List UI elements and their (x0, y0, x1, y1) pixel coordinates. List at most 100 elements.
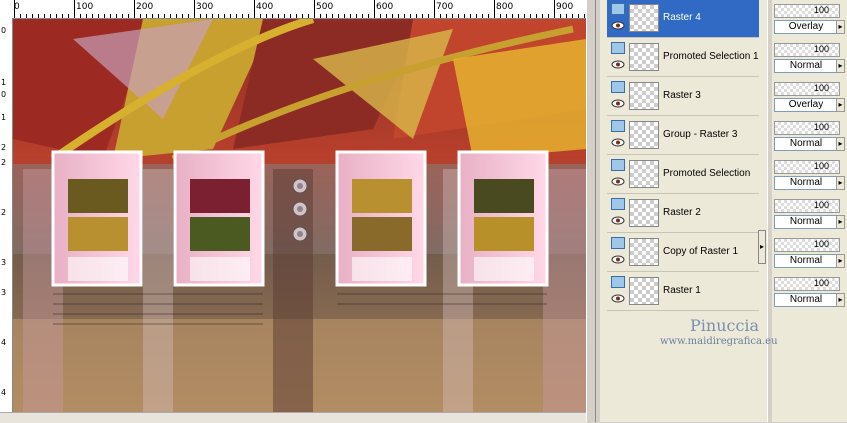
ruler-label: 600 (376, 2, 394, 12)
ruler-tick (86, 14, 87, 18)
watermark-name: Pinuccia (690, 316, 760, 335)
dropdown-arrow-icon[interactable]: ▸ (836, 98, 845, 112)
opacity-slider[interactable]: 100 (774, 4, 840, 18)
opacity-slider[interactable]: 100 (774, 160, 840, 174)
opacity-slider[interactable]: 100 (774, 121, 840, 135)
layer-row[interactable]: Raster 3 (607, 78, 759, 116)
layer-row[interactable]: Group - Raster 3 (607, 117, 759, 155)
layer-row[interactable]: Copy of Raster 1 (607, 234, 759, 272)
blend-mode-select[interactable]: Normal (774, 254, 838, 268)
dropdown-arrow-icon[interactable]: ▸ (836, 137, 845, 151)
opacity-value: 100 (813, 44, 829, 54)
eye-icon[interactable] (611, 177, 625, 186)
ruler-tick (410, 14, 411, 18)
ruler-tick (74, 0, 75, 18)
layer-row[interactable]: Raster 2 (607, 195, 759, 233)
ruler-tick (296, 14, 297, 18)
raster-layer-icon[interactable] (611, 159, 625, 171)
ruler-label: 400 (256, 2, 274, 12)
dropdown-arrow-icon[interactable]: ▸ (836, 293, 845, 307)
blend-controls: 100 Normal ▸ (772, 234, 845, 272)
horizontal-scrollbar[interactable] (0, 412, 586, 423)
ruler-tick (128, 14, 129, 18)
eye-icon[interactable] (611, 138, 625, 147)
blend-mode-select[interactable]: Overlay (774, 98, 838, 112)
ruler-tick (482, 14, 483, 18)
eye-icon[interactable] (611, 216, 625, 225)
opacity-slider[interactable]: 100 (774, 238, 840, 252)
blend-mode-select[interactable]: Normal (774, 137, 838, 151)
opacity-slider[interactable]: 100 (774, 82, 840, 96)
raster-layer-icon[interactable] (611, 42, 625, 54)
dropdown-arrow-icon[interactable]: ▸ (836, 59, 845, 73)
collapse-arrow-icon[interactable]: ▸ (758, 230, 766, 264)
raster-layer-icon[interactable] (611, 81, 625, 93)
ruler-tick (554, 0, 555, 18)
ruler-tick (488, 14, 489, 18)
ruler-tick (38, 14, 39, 18)
eye-icon[interactable] (611, 99, 625, 108)
window-1 (51, 150, 143, 287)
canvas-divider (586, 0, 596, 422)
ruler-tick (260, 14, 261, 18)
ruler-tick (146, 14, 147, 18)
layer-name: Raster 1 (663, 285, 701, 296)
blend-mode-select[interactable]: Normal (774, 59, 838, 73)
dropdown-arrow-icon[interactable]: ▸ (836, 215, 845, 229)
ruler-tick (290, 14, 291, 18)
eye-icon[interactable] (611, 60, 625, 69)
ruler-tick (68, 14, 69, 18)
eye-icon[interactable] (611, 21, 625, 30)
layer-row[interactable]: Promoted Selection (607, 156, 759, 194)
layer-thumbnail (629, 238, 659, 266)
opacity-slider[interactable]: 100 (774, 277, 840, 291)
ruler-label: 700 (436, 2, 454, 12)
ruler-label: 4 (1, 388, 7, 397)
raster-layer-icon[interactable] (611, 276, 625, 288)
raster-layer-icon[interactable] (611, 237, 625, 249)
opacity-slider[interactable]: 100 (774, 43, 840, 57)
ruler-tick (230, 14, 231, 18)
opacity-slider[interactable]: 100 (774, 199, 840, 213)
ruler-tick (32, 14, 33, 18)
ruler-tick (188, 14, 189, 18)
ruler-tick (152, 14, 153, 18)
ruler-tick (578, 14, 579, 18)
blend-controls: 100 Normal ▸ (772, 273, 845, 311)
ruler-tick (440, 14, 441, 18)
blend-controls: 100 Overlay ▸ (772, 0, 845, 38)
ruler-tick (284, 14, 285, 18)
window-4 (457, 150, 549, 287)
blend-mode-select[interactable]: Overlay (774, 20, 838, 34)
canvas-area[interactable] (13, 19, 586, 412)
blend-controls: 100 Normal ▸ (772, 39, 845, 77)
ruler-tick (176, 14, 177, 18)
ruler-label: 1 (1, 113, 7, 122)
raster-layer-icon[interactable] (611, 198, 625, 210)
ruler-tick (422, 14, 423, 18)
ruler-tick (386, 14, 387, 18)
layer-row[interactable]: Promoted Selection 1 (607, 39, 759, 77)
opacity-value: 100 (813, 5, 829, 15)
layer-row[interactable]: Raster 1 (607, 273, 759, 311)
eye-icon[interactable] (611, 294, 625, 303)
eye-icon[interactable] (611, 255, 625, 264)
raster-layer-icon[interactable] (611, 120, 625, 132)
horizontal-ruler: 0 100 200 300 400 500 600 700 800 900 (0, 0, 586, 19)
opacity-value: 100 (813, 200, 829, 210)
ruler-tick (158, 14, 159, 18)
opacity-value: 100 (813, 83, 829, 93)
ruler-tick (134, 0, 135, 18)
layer-thumbnail (629, 277, 659, 305)
blend-mode-select[interactable]: Normal (774, 215, 838, 229)
blend-mode-select[interactable]: Normal (774, 293, 838, 307)
blend-mode-select[interactable]: Normal (774, 176, 838, 190)
dropdown-arrow-icon[interactable]: ▸ (836, 254, 845, 268)
ruler-tick (80, 14, 81, 18)
ruler-tick (236, 14, 237, 18)
blend-controls: 100 Overlay ▸ (772, 78, 845, 116)
layer-row[interactable]: Raster 4 (607, 0, 759, 38)
dropdown-arrow-icon[interactable]: ▸ (836, 20, 845, 34)
dropdown-arrow-icon[interactable]: ▸ (836, 176, 845, 190)
raster-layer-icon[interactable] (611, 3, 625, 15)
